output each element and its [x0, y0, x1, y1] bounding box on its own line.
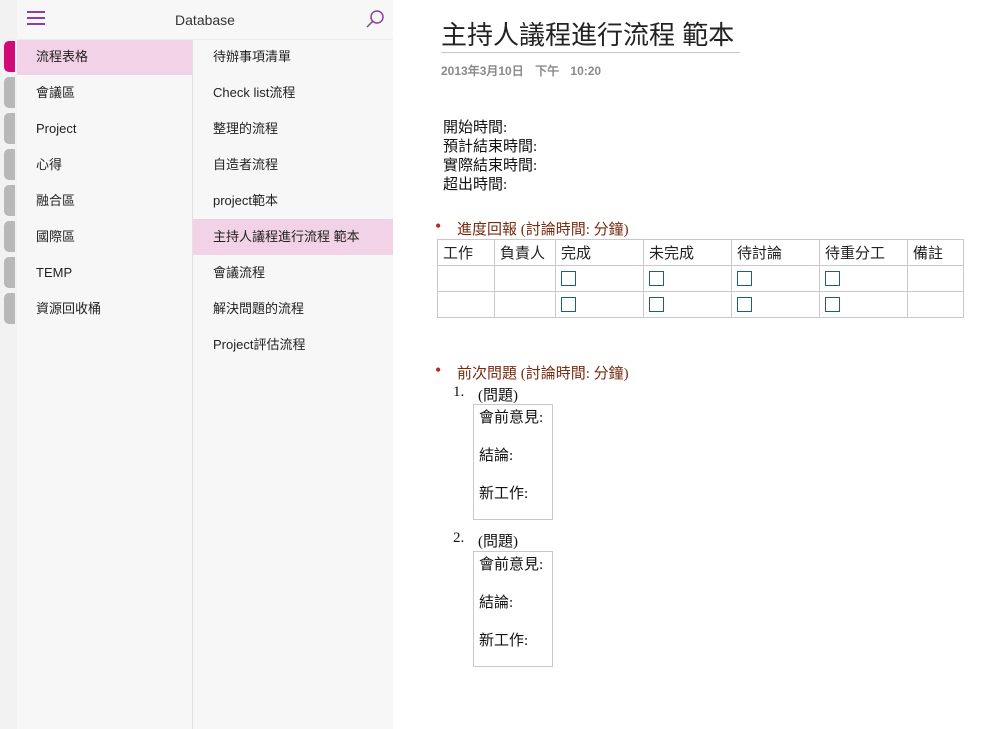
- table-cell: [819, 291, 908, 318]
- search-icon[interactable]: [365, 9, 385, 29]
- table-header-cell[interactable]: 完成: [555, 239, 644, 266]
- table-header-cell[interactable]: 工作: [437, 239, 495, 266]
- issue-field[interactable]: 結論:: [479, 443, 552, 481]
- page-content[interactable]: 主持人議程進行流程 範本 2013年3月10日 下午 10:20 開始時間: 預…: [393, 0, 1005, 729]
- table-cell[interactable]: [494, 265, 556, 292]
- table-cell: [555, 265, 644, 292]
- checkbox[interactable]: [825, 271, 840, 287]
- page-item[interactable]: Project評估流程: [193, 327, 393, 363]
- table-header-cell[interactable]: 負責人: [494, 239, 556, 266]
- section-tab[interactable]: [4, 149, 15, 180]
- section-item[interactable]: 心得: [17, 147, 192, 183]
- navigation-header: Database: [17, 0, 393, 40]
- sections-pane: 流程表格 會議區 Project 心得 融合區 國際區 TEMP 資源回收桶: [17, 0, 193, 729]
- issue-field[interactable]: 新工作:: [479, 481, 552, 519]
- table-cell: [643, 291, 732, 318]
- section-item[interactable]: 資源回收桶: [17, 291, 192, 327]
- time-fields[interactable]: 開始時間: 預計結束時間: 實際結束時間: 超出時間:: [443, 119, 537, 195]
- table-cell: [731, 291, 820, 318]
- section-tab[interactable]: [4, 185, 15, 216]
- checkbox[interactable]: [737, 271, 752, 287]
- notebook-title: Database: [175, 12, 235, 28]
- section-item[interactable]: TEMP: [17, 255, 192, 291]
- page-title[interactable]: 主持人議程進行流程 範本: [441, 18, 741, 53]
- table-cell[interactable]: [437, 265, 495, 292]
- page-item[interactable]: 主持人議程進行流程 範本: [193, 219, 393, 255]
- table-header-cell[interactable]: 待重分工: [819, 239, 908, 266]
- table-cell: [819, 265, 908, 292]
- section-tab[interactable]: [4, 77, 15, 108]
- checkbox[interactable]: [649, 297, 664, 313]
- page-item[interactable]: Check list流程: [193, 75, 393, 111]
- page-timestamp: 2013年3月10日 下午 10:20: [441, 62, 601, 79]
- table-cell[interactable]: [494, 291, 556, 318]
- checkbox[interactable]: [825, 297, 840, 313]
- issue-field[interactable]: 結論:: [479, 590, 552, 628]
- issue-number: 1.: [453, 384, 465, 400]
- table-row: [437, 265, 964, 292]
- issue-label[interactable]: (問題): [478, 530, 518, 551]
- table-header-cell[interactable]: 備註: [907, 239, 964, 266]
- page-item[interactable]: 解決問題的流程: [193, 291, 393, 327]
- checkbox[interactable]: [649, 271, 664, 287]
- table-cell: [731, 265, 820, 292]
- page-item[interactable]: project範本: [193, 183, 393, 219]
- time-field[interactable]: 預計結束時間:: [443, 138, 537, 157]
- page-date: 2013年3月10日: [441, 64, 524, 78]
- table-header-row: 工作 負責人 完成 未完成 待討論 待重分工 備註: [437, 239, 964, 266]
- table-cell: [555, 291, 644, 318]
- section-tab-strip: [0, 0, 18, 729]
- issue-field[interactable]: 新工作:: [479, 628, 552, 666]
- time-field[interactable]: 實際結束時間:: [443, 157, 537, 176]
- issue-number: 2.: [453, 530, 465, 546]
- table-row: [437, 291, 964, 318]
- previous-issues-heading[interactable]: 前次問題 (討論時間: 分鐘): [435, 360, 629, 383]
- time-field[interactable]: 超出時間:: [443, 176, 537, 195]
- progress-heading[interactable]: 進度回報 (討論時間: 分鐘): [435, 216, 629, 239]
- issue-label[interactable]: (問題): [478, 384, 518, 405]
- section-tab[interactable]: [4, 257, 15, 288]
- section-tab[interactable]: [4, 41, 15, 72]
- section-item[interactable]: 會議區: [17, 75, 192, 111]
- section-tab[interactable]: [4, 293, 15, 324]
- time-field[interactable]: 開始時間:: [443, 119, 537, 138]
- section-item[interactable]: 國際區: [17, 219, 192, 255]
- table-header-cell[interactable]: 未完成: [643, 239, 732, 266]
- section-item[interactable]: 融合區: [17, 183, 192, 219]
- page-item[interactable]: 待辦事項清單: [193, 39, 393, 75]
- table-cell[interactable]: [437, 291, 495, 318]
- page-item[interactable]: 自造者流程: [193, 147, 393, 183]
- issue-notes-box[interactable]: 會前意見: 結論: 新工作:: [473, 404, 553, 520]
- issue-field[interactable]: 會前意見:: [479, 552, 552, 590]
- page-list: 待辦事項清單 Check list流程 整理的流程 自造者流程 project範…: [193, 39, 393, 363]
- progress-table[interactable]: 工作 負責人 完成 未完成 待討論 待重分工 備註: [437, 239, 964, 318]
- section-item[interactable]: 流程表格: [17, 39, 192, 75]
- table-header-cell[interactable]: 待討論: [731, 239, 820, 266]
- page-time: 下午 10:20: [535, 64, 602, 78]
- section-tab[interactable]: [4, 113, 15, 144]
- table-cell[interactable]: [907, 291, 964, 318]
- section-item[interactable]: Project: [17, 111, 192, 147]
- table-cell[interactable]: [907, 265, 964, 292]
- page-item[interactable]: 會議流程: [193, 255, 393, 291]
- checkbox[interactable]: [561, 297, 576, 313]
- section-tab[interactable]: [4, 221, 15, 252]
- checkbox[interactable]: [737, 297, 752, 313]
- issue-field[interactable]: 會前意見:: [479, 405, 552, 443]
- checkbox[interactable]: [561, 271, 576, 287]
- pages-pane: 待辦事項清單 Check list流程 整理的流程 自造者流程 project範…: [193, 0, 393, 729]
- issue-notes-box[interactable]: 會前意見: 結論: 新工作:: [473, 551, 553, 667]
- page-item[interactable]: 整理的流程: [193, 111, 393, 147]
- section-list: 流程表格 會議區 Project 心得 融合區 國際區 TEMP 資源回收桶: [17, 39, 192, 327]
- table-cell: [643, 265, 732, 292]
